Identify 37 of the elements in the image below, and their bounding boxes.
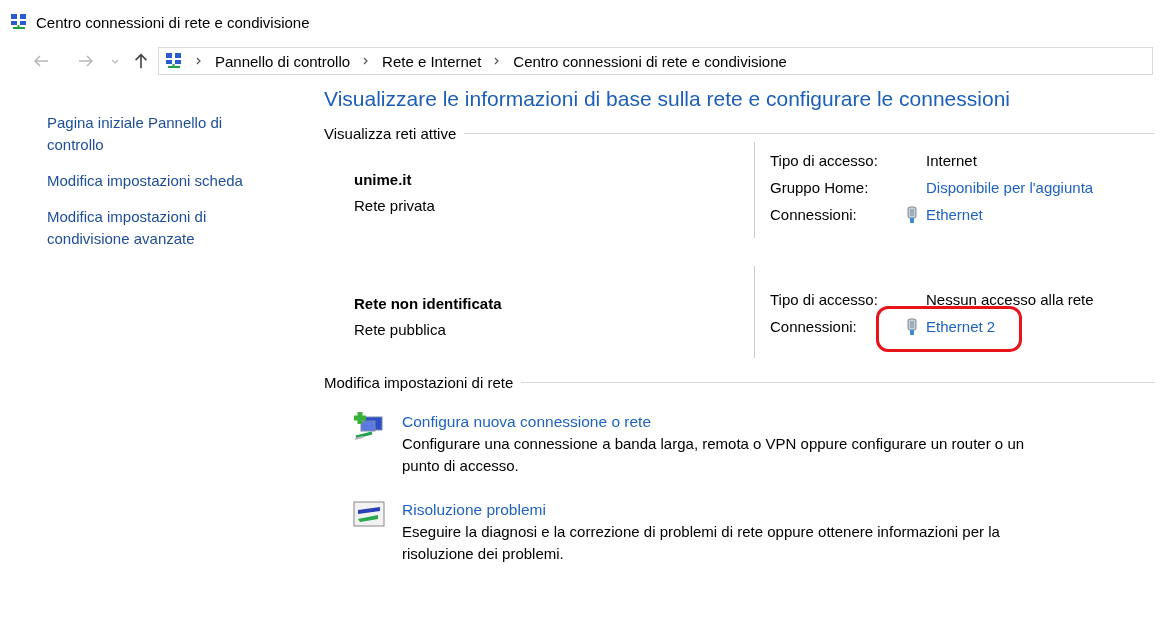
sidebar-link[interactable]: Pagina iniziale Pannello di controllo bbox=[47, 112, 277, 156]
field-label: Connessioni: bbox=[770, 206, 858, 223]
section-title: Visualizza reti attive bbox=[324, 125, 457, 142]
ethernet-plug-icon bbox=[906, 205, 918, 224]
new-connection-icon bbox=[352, 411, 386, 441]
task-link[interactable]: Configura nuova connessione o rete bbox=[402, 411, 1062, 433]
network-type: Rete privata bbox=[354, 196, 436, 216]
field-value: Internet bbox=[926, 152, 977, 169]
sidebar-link[interactable]: Modifica impostazioni di condivisione avanzate bbox=[47, 206, 277, 250]
network-name: Rete non identificata bbox=[354, 294, 503, 314]
network-name: unime.it bbox=[354, 170, 413, 190]
field-label: Gruppo Home: bbox=[770, 179, 870, 196]
task-link[interactable]: Risoluzione problemi bbox=[402, 499, 1062, 521]
field-value: Nessun accesso alla rete bbox=[926, 291, 1094, 308]
troubleshoot-icon bbox=[352, 499, 386, 529]
network-type: Rete pubblica bbox=[354, 320, 447, 340]
network-icon bbox=[165, 52, 183, 70]
section-title: Modifica impostazioni di rete bbox=[324, 374, 514, 391]
up-arrow-icon[interactable] bbox=[132, 51, 150, 71]
task-description: Eseguire la diagnosi e la correzione di problemi di rete oppure ottenere informazioni per la risoluzione dei problemi. bbox=[402, 522, 1001, 564]
breadcrumb-item[interactable]: Centro connessioni di rete e condivisione bbox=[513, 52, 787, 70]
network-icon bbox=[10, 13, 28, 31]
page-heading: Visualizzare le informazioni di base sulla rete e configurare le connessioni bbox=[324, 87, 1011, 111]
field-label: Tipo di accesso: bbox=[770, 152, 879, 169]
adapter-link[interactable]: Ethernet 2 bbox=[926, 318, 996, 335]
address-bar[interactable]: Pannello di controllo Rete e Internet Centro connessioni di rete e condivisione bbox=[158, 47, 1153, 75]
breadcrumb-item[interactable]: Pannello di controllo bbox=[215, 52, 351, 70]
sidebar-link[interactable]: Modifica impostazioni scheda bbox=[47, 170, 277, 192]
field-label: Connessioni: bbox=[770, 318, 858, 335]
breadcrumb-item[interactable]: Rete e Internet bbox=[382, 52, 482, 70]
adapter-link[interactable]: Ethernet bbox=[926, 206, 983, 223]
window-title: Centro connessioni di rete e condivisione bbox=[36, 13, 310, 31]
task-description: Configurare una connessione a banda larga, remota o VPN oppure configurare un router o un punto di accesso. bbox=[402, 434, 1026, 476]
field-label: Tipo di accesso: bbox=[770, 291, 879, 308]
link[interactable]: Disponibile per l'aggiunta bbox=[926, 179, 1094, 196]
chevron-icon bbox=[195, 57, 203, 65]
ethernet-plug-icon bbox=[906, 317, 918, 336]
